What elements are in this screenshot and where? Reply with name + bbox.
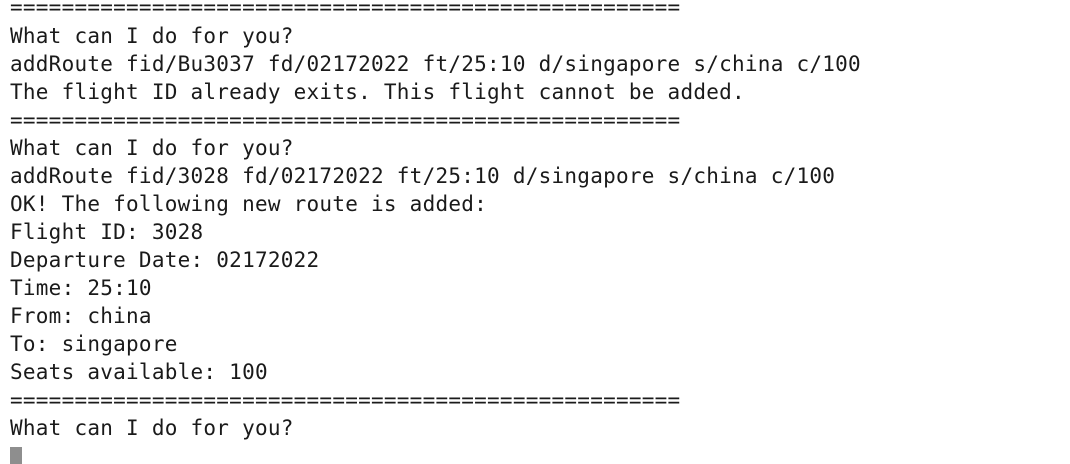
output-line: Flight ID: 3028 — [10, 220, 204, 244]
command-line: addRoute fid/Bu3037 fd/02172022 ft/25:10… — [10, 52, 861, 76]
prompt-line: What can I do for you? — [10, 24, 294, 48]
output-line: Time: 25:10 — [10, 276, 152, 300]
prompt-line: What can I do for you? — [10, 136, 294, 160]
command-line: addRoute fid/3028 fd/02172022 ft/25:10 d… — [10, 164, 836, 188]
separator-line: ========================================… — [10, 388, 681, 412]
input-line[interactable] — [10, 442, 1070, 464]
output-line: OK! The following new route is added: — [10, 192, 488, 216]
prompt-line: What can I do for you? — [10, 416, 294, 440]
text-cursor[interactable] — [10, 447, 22, 464]
output-line: Departure Date: 02172022 — [10, 248, 320, 272]
terminal-window[interactable]: ========================================… — [0, 0, 1070, 464]
output-line: To: singapore — [10, 332, 178, 356]
output-line: From: china — [10, 304, 152, 328]
separator-line: ========================================… — [10, 108, 681, 132]
output-line: The flight ID already exits. This flight… — [10, 80, 745, 104]
output-line: Seats available: 100 — [10, 360, 268, 384]
separator-line: ========================================… — [10, 0, 681, 19]
